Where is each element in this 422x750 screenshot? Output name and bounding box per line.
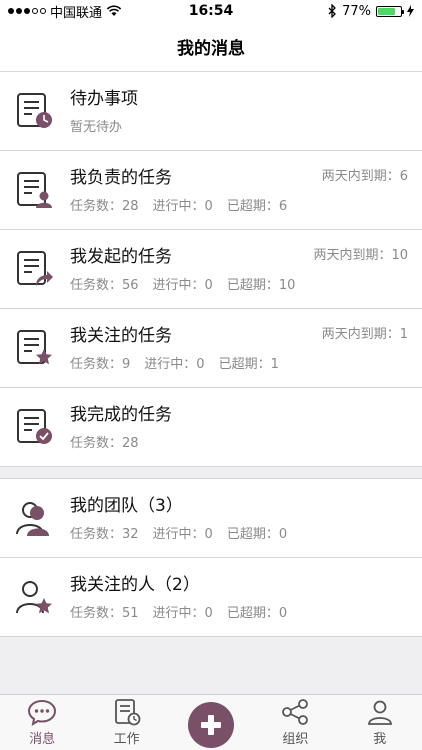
due-soon-label: 两天内到期：10 (313, 248, 408, 263)
list-item-followed-people[interactable]: 我关注的人（2） 任务数：51 进行中：0 已超期：0 (0, 558, 422, 637)
list-item-responsible[interactable]: 我负责的任务 任务数：28 进行中：0 已超期：6 两天内到期：6 (0, 151, 422, 230)
tab-org[interactable]: 组织 (253, 698, 337, 750)
status-left: 中国联通 (8, 2, 158, 21)
person-star-icon (0, 577, 70, 617)
status-time: 16:54 (188, 3, 234, 19)
signal-strength-icon (8, 8, 46, 14)
battery-level (378, 7, 395, 15)
plus-icon (200, 715, 221, 735)
list-item-initiated[interactable]: 我发起的任务 任务数：56 进行中：0 已超期：10 两天内到期：10 (0, 230, 422, 309)
list-item-stats: 任务数：9 进行中：0 已超期：1 (70, 356, 279, 372)
due-soon-label: 两天内到期：6 (321, 169, 408, 184)
carrier-label: 中国联通 (50, 5, 103, 21)
task-check-icon (0, 407, 70, 447)
tab-label: 工作 (113, 732, 140, 747)
list-item-stats: 任务数：56 进行中：0 已超期：10 (70, 277, 296, 293)
bluetooth-icon (328, 4, 337, 18)
list-item-my-team[interactable]: 我的团队（3） 任务数：32 进行中：0 已超期：0 (0, 479, 422, 558)
charging-icon (407, 5, 414, 17)
add-button-wrap (169, 702, 253, 750)
add-button[interactable] (187, 702, 234, 748)
task-star-icon (0, 328, 70, 368)
list-item-stats: 任务数：28 进行中：0 已超期：6 (70, 198, 288, 214)
todo-clock-icon (0, 91, 70, 131)
tab-messages[interactable]: 消息 (0, 698, 84, 750)
task-group: 待办事项 暂无待办 我负责的任务 任务数：28 进行中：0 已超期：6 两天内到… (0, 72, 422, 467)
page-title: 我的消息 (177, 39, 245, 59)
tab-bar: 消息 工作 组织 我 (0, 694, 422, 750)
nav-bar: 我的消息 (0, 22, 422, 72)
people-group: 我的团队（3） 任务数：32 进行中：0 已超期：0 我关注的人（2） 任务数：51… (0, 479, 422, 637)
tab-label: 消息 (29, 732, 56, 747)
due-soon-label: 两天内到期：1 (321, 327, 408, 342)
list-item-title: 待办事项 (70, 88, 138, 109)
tab-work[interactable]: 工作 (85, 698, 169, 750)
status-right: 77% (264, 4, 414, 19)
list-item-stats: 任务数：32 进行中：0 已超期：0 (70, 526, 288, 542)
message-list: 待办事项 暂无待办 我负责的任务 任务数：28 进行中：0 已超期：6 两天内到… (0, 72, 422, 637)
team-icon (0, 498, 70, 538)
wifi-icon (106, 5, 122, 16)
tab-label: 组织 (282, 732, 309, 747)
tab-label: 我 (373, 732, 387, 747)
work-document-icon (114, 699, 140, 726)
share-nodes-icon (282, 699, 309, 725)
user-icon (367, 700, 392, 725)
status-bar: 中国联通 16:54 77% (0, 0, 422, 22)
list-item-title: 我的团队（3） (70, 495, 183, 516)
task-person-icon (0, 170, 70, 210)
list-item-title: 我关注的人（2） (70, 574, 200, 595)
tab-me[interactable]: 我 (338, 698, 422, 750)
list-item-completed[interactable]: 我完成的任务 任务数：28 (0, 388, 422, 467)
list-item-stats: 任务数：51 进行中：0 已超期：0 (70, 605, 288, 621)
list-item-todo[interactable]: 待办事项 暂无待办 (0, 72, 422, 151)
battery-icon (376, 5, 404, 17)
list-item-subtitle: 暂无待办 (70, 119, 123, 135)
list-item-stats: 任务数：28 (70, 435, 139, 451)
list-item-followed-tasks[interactable]: 我关注的任务 任务数：9 进行中：0 已超期：1 两天内到期：1 (0, 309, 422, 388)
task-share-icon (0, 249, 70, 289)
battery-percent: 77% (342, 3, 371, 19)
section-divider (0, 467, 422, 479)
list-item-title: 我完成的任务 (70, 404, 172, 425)
chat-bubble-icon (28, 699, 57, 726)
